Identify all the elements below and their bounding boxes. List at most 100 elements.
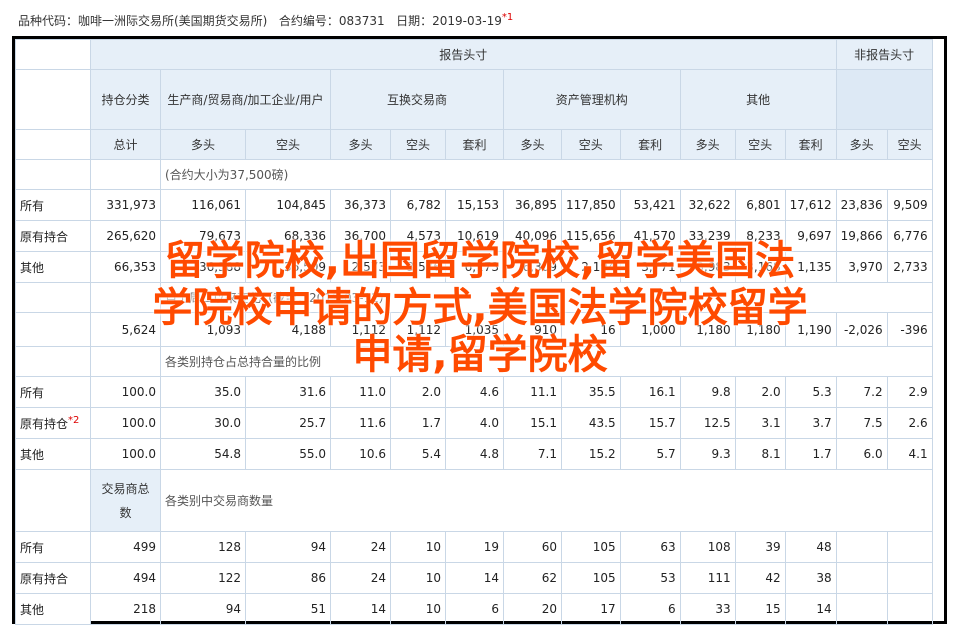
change-cell: 1,000	[619, 312, 681, 347]
table-cell: 20	[503, 593, 562, 625]
table-cell: 66,353	[90, 251, 161, 283]
table-cell: 10.6	[330, 438, 391, 470]
table-cell: 11.6	[330, 407, 391, 439]
positions-row: 其他 66,353 36,388 36,509 2,573 3,576 6,173 6,309…	[15, 251, 933, 283]
row-label: 所有	[15, 531, 91, 563]
report-date: 日期：2019-03-19	[396, 14, 502, 28]
table-cell: 36,700	[330, 220, 391, 252]
table-cell: 8,233	[734, 220, 786, 252]
table-cell: 2.0	[734, 376, 786, 408]
table-cell: 218	[90, 593, 161, 625]
table-cell: 6	[445, 593, 504, 625]
corner-cell	[15, 39, 91, 70]
table-cell: 53	[619, 562, 681, 594]
table-cell: 11.1	[503, 376, 562, 408]
table-cell: 2,573	[330, 251, 391, 283]
table-cell: 4,573	[390, 220, 446, 252]
table-cell: 108	[679, 531, 736, 563]
managed-long-header: 多头	[503, 129, 562, 160]
table-cell: 43.5	[561, 407, 621, 439]
table-cell: 6,309	[503, 251, 562, 283]
table-cell: 38	[784, 562, 837, 594]
table-cell: 86	[245, 562, 331, 594]
total-header: 总计	[90, 129, 161, 160]
table-cell	[835, 562, 888, 594]
table-cell: 10	[390, 562, 446, 594]
table-cell: 39	[734, 531, 786, 563]
table-cell: 5.3	[784, 376, 837, 408]
change-cell: 1,093	[160, 312, 246, 347]
table-cell: 33	[679, 593, 736, 625]
changes-note: 自上周二以来变化（截至：2019-03-12）	[160, 282, 933, 313]
table-cell: 14	[784, 593, 837, 625]
table-cell: 4.8	[445, 438, 504, 470]
table-cell	[886, 531, 933, 563]
row-label: 原有持合	[15, 220, 91, 252]
table-cell: 499	[90, 531, 161, 563]
table-cell: 25.7	[245, 407, 331, 439]
table-cell: 6,776	[886, 220, 933, 252]
other-long-header: 多头	[679, 129, 736, 160]
managed-short-header: 空头	[561, 129, 621, 160]
traders-note: 各类别中交易商数量	[160, 469, 933, 532]
change-cell: 910	[503, 312, 562, 347]
row-footnote[interactable]: *2	[68, 415, 79, 426]
table-cell: 19,866	[835, 220, 888, 252]
table-cell: 105	[561, 562, 621, 594]
table-cell: 3,168	[734, 251, 786, 283]
table-cell: 3,576	[390, 251, 446, 283]
table-cell: 19	[445, 531, 504, 563]
table-cell: 36,895	[503, 189, 562, 221]
table-cell: 7.2	[835, 376, 888, 408]
table-cell: 54.8	[160, 438, 246, 470]
contract-size-note: (合约大小为37,500磅)	[160, 159, 933, 190]
table-cell: 10,619	[445, 220, 504, 252]
table-cell: 35.5	[561, 376, 621, 408]
table-cell: 265,620	[90, 220, 161, 252]
table-cell: 24	[330, 562, 391, 594]
table-cell: 122	[160, 562, 246, 594]
percent-row: 其他 100.0 54.8 55.0 10.6 5.4 4.8 7.1 15.2 5.7 9.3 8.…	[15, 438, 933, 470]
table-cell: 115,656	[561, 220, 621, 252]
table-cell: 100.0	[90, 407, 161, 439]
change-cell: 1,112	[390, 312, 446, 347]
producer-long-header: 多头	[160, 129, 246, 160]
change-cell: -396	[886, 312, 933, 347]
managed-spread-header: 套利	[619, 129, 681, 160]
traders-header: 交易商总数	[90, 469, 161, 532]
table-cell: 8.1	[734, 438, 786, 470]
table-cell: 32,622	[679, 189, 736, 221]
date-footnote[interactable]: *1	[502, 12, 513, 23]
table-cell: 17,612	[784, 189, 837, 221]
percent-row: 原有持仓*2 100.0 30.0 25.7 11.6 1.7 4.0 15.1 43.5 15.…	[15, 407, 933, 439]
table-cell: 100.0	[90, 438, 161, 470]
table-cell: 68,336	[245, 220, 331, 252]
table-cell: 14	[330, 593, 391, 625]
table-cell: 4.6	[445, 376, 504, 408]
table-cell: 30.0	[160, 407, 246, 439]
table-cell: 16.1	[619, 376, 681, 408]
table-cell: 40,096	[503, 220, 562, 252]
table-cell: 104,845	[245, 189, 331, 221]
table-cell: 15.7	[619, 407, 681, 439]
table-cell: 1,135	[784, 251, 837, 283]
table-cell: 100.0	[90, 376, 161, 408]
table-cell: 4.0	[445, 407, 504, 439]
change-cell: 4,188	[245, 312, 331, 347]
table-cell: 117,850	[561, 189, 621, 221]
table-cell	[886, 562, 933, 594]
table-cell: 2.0	[390, 376, 446, 408]
table-cell: 10	[390, 531, 446, 563]
table-cell: 79,673	[160, 220, 246, 252]
table-cell: 63	[619, 531, 681, 563]
row-label	[15, 312, 91, 347]
row-label: 原有持合	[15, 562, 91, 594]
table-cell: 3,970	[835, 251, 888, 283]
contract-code: 合约编号：083731	[278, 14, 385, 28]
table-cell: 53,421	[619, 189, 681, 221]
table-cell	[886, 593, 933, 625]
report-header-line: 品种代码：咖啡一洲际交易所(美国期货交易所) 合约编号：083731 日期：20…	[18, 12, 513, 29]
other-short-header: 空头	[734, 129, 786, 160]
table-cell: 31.6	[245, 376, 331, 408]
change-cell: 16	[561, 312, 621, 347]
